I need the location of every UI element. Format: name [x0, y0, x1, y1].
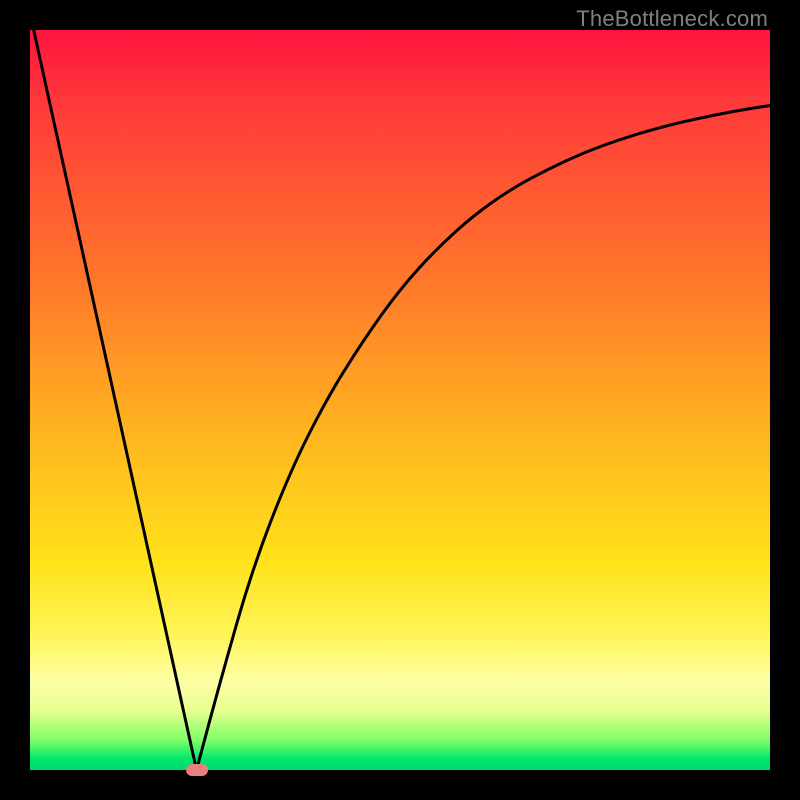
bottleneck-curve	[30, 30, 770, 770]
chart-frame: TheBottleneck.com	[0, 0, 800, 800]
minimum-marker	[186, 764, 208, 776]
plot-area	[30, 30, 770, 770]
watermark-text: TheBottleneck.com	[576, 6, 768, 32]
curve-path	[34, 30, 770, 770]
